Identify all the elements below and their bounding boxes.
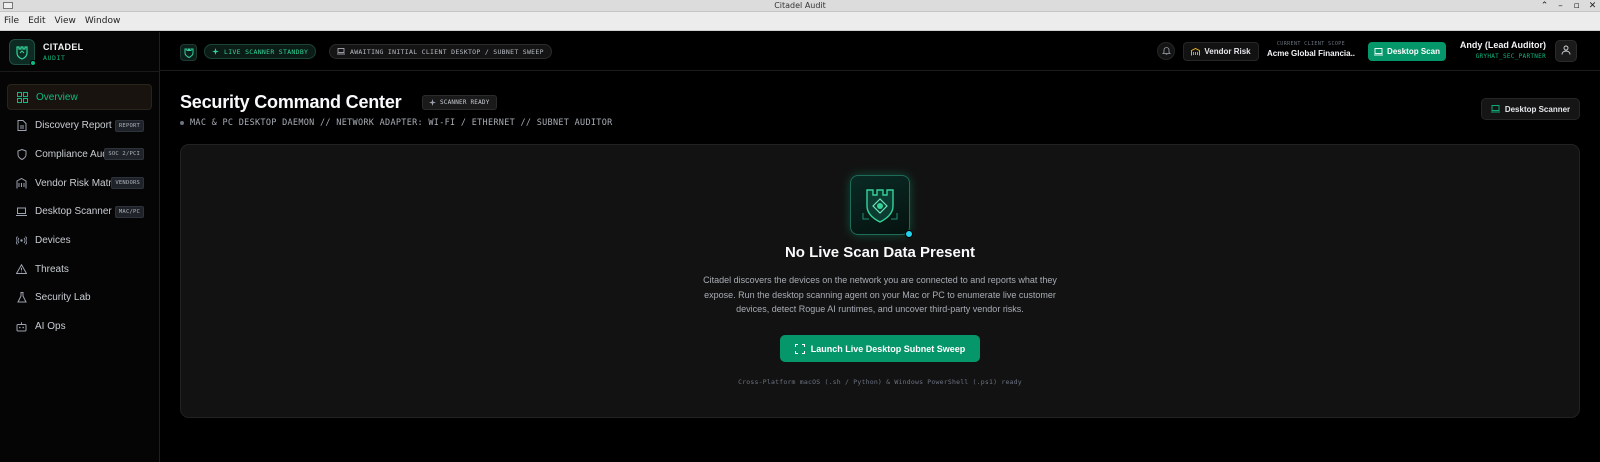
sidebar-item-overview[interactable]: Overview <box>7 84 152 110</box>
sidebar-item-threats[interactable]: Threats <box>7 256 152 282</box>
launch-subnet-sweep-button[interactable]: Launch Live Desktop Subnet Sweep <box>780 335 980 362</box>
window-title: Citadel Audit <box>774 1 826 10</box>
user-icon <box>1561 42 1571 60</box>
laptop-icon <box>337 48 345 55</box>
sidebar-item-label: AI Ops <box>35 321 66 332</box>
status-dot <box>905 230 913 238</box>
bell-icon <box>1161 42 1171 60</box>
sidebar-item-vendor-risk-matrix[interactable]: Vendor Risk Matrix VENDORS <box>7 170 152 196</box>
subtitle-text: MAC & PC DESKTOP DAEMON // NETWORK ADAPT… <box>190 118 613 128</box>
empty-state-title: No Live Scan Data Present <box>784 244 976 261</box>
sidebar-item-discovery-report[interactable]: Discovery Report REPORT <box>7 113 152 139</box>
citadel-shield-icon <box>180 44 197 61</box>
sidebar-item-label: Discovery Report <box>35 120 112 132</box>
window-controls: ⌃ – ▫ ✕ <box>1539 0 1598 12</box>
bullet-dot <box>180 120 184 125</box>
user-info: Andy (Lead Auditor) GRYHAT_SEC_PARTNER <box>1450 40 1546 60</box>
menu-window[interactable]: Window <box>85 16 121 26</box>
launch-label: Launch Live Desktop Subnet Sweep <box>810 343 966 354</box>
brand-name: CITADEL <box>43 41 84 52</box>
sidebar: CITADEL AUDIT Overview Discovery Report … <box>0 32 160 462</box>
window-minimize-button[interactable]: – <box>1555 0 1566 12</box>
vendor-risk-label: Vendor Risk <box>1204 47 1251 56</box>
citadel-logo-icon <box>9 38 36 66</box>
menu-edit[interactable]: Edit <box>28 16 45 26</box>
user-name: Andy (Lead Auditor) <box>1459 40 1546 50</box>
live-scanner-status: LIVE SCANNER STANDBY <box>204 44 317 59</box>
laptop-icon <box>1374 47 1384 56</box>
sidebar-item-label: Compliance Audit <box>35 148 113 160</box>
sidebar-item-devices[interactable]: Devices <box>7 227 152 253</box>
sidebar-item-ai-ops[interactable]: AI Ops <box>7 314 152 340</box>
page-subtitle: MAC & PC DESKTOP DAEMON // NETWORK ADAPT… <box>180 118 613 128</box>
sidebar-item-label: Vendor Risk Matrix <box>35 177 119 189</box>
status-dot <box>30 59 36 66</box>
grid-icon <box>17 91 28 103</box>
sparkle-icon <box>429 99 436 106</box>
sidebar-item-desktop-scanner[interactable]: Desktop Scanner MAC/PC <box>7 199 152 225</box>
brand-sub: AUDIT <box>43 53 66 62</box>
desktop-scan-label: Desktop Scan <box>1387 47 1440 56</box>
desktop-scanner-button[interactable]: Desktop Scanner <box>1481 98 1580 120</box>
sparkle-icon <box>212 48 219 55</box>
desktop-scanner-label: Desktop Scanner <box>1504 104 1571 114</box>
building-icon <box>1191 47 1201 56</box>
sidebar-item-compliance-audit[interactable]: Compliance Audit SOC 2/PCI <box>7 141 152 167</box>
user-handle: GRYHAT_SEC_PARTNER <box>1475 53 1546 60</box>
platform-note: Cross-Platform macOS (.sh / Python) & Wi… <box>738 378 1022 386</box>
sidebar-item-tag: REPORT <box>114 119 144 132</box>
scope-value: Acme Global Financia... <box>1267 49 1355 58</box>
shield-icon <box>16 148 27 160</box>
warning-icon <box>16 264 27 275</box>
sidebar-item-label: Threats <box>35 263 69 275</box>
sidebar-item-tag: SOC 2/PCI <box>104 148 144 161</box>
menu-view[interactable]: View <box>55 16 76 26</box>
citadel-tower-icon <box>850 175 913 238</box>
sidebar-item-tag: MAC/PC <box>114 205 144 218</box>
scanner-ready-badge: SCANNER READY <box>422 95 497 110</box>
laptop-icon <box>1490 105 1500 113</box>
empty-state-description: Citadel discovers the devices on the net… <box>703 275 1057 314</box>
sidebar-nav: Overview Discovery Report REPORT Complia… <box>0 72 159 340</box>
top-header: LIVE SCANNER STANDBY AWAITING INITIAL CL… <box>160 32 1600 71</box>
sidebar-item-label: Devices <box>35 234 71 246</box>
building-icon <box>16 177 27 189</box>
window-close-button[interactable]: ✕ <box>1587 0 1598 12</box>
avatar-button[interactable] <box>1555 40 1577 62</box>
scanner-ready-label: SCANNER READY <box>440 99 490 106</box>
desktop-scan-button[interactable]: Desktop Scan <box>1368 42 1446 61</box>
robot-icon <box>16 321 27 332</box>
sidebar-item-tag: VENDORS <box>111 177 144 190</box>
radio-icon <box>16 235 27 246</box>
window-maximize-button[interactable]: ▫ <box>1571 0 1582 12</box>
laptop-icon <box>16 206 27 217</box>
flask-icon <box>16 292 27 303</box>
scope-label: CURRENT CLIENT SCOPE <box>1276 41 1346 47</box>
sidebar-item-label: Desktop Scanner <box>35 206 112 218</box>
page-title: Security Command Center <box>180 92 402 112</box>
menu-file[interactable]: File <box>4 16 19 26</box>
sidebar-item-label: Security Lab <box>35 292 91 304</box>
os-title-bar: Citadel Audit ⌃ – ▫ ✕ <box>0 0 1600 12</box>
window-shade-button[interactable]: ⌃ <box>1539 0 1550 12</box>
awaiting-status: AWAITING INITIAL CLIENT DESKTOP / SUBNET… <box>329 44 552 59</box>
sidebar-item-security-lab[interactable]: Security Lab <box>7 285 152 311</box>
client-scope-selector[interactable]: CURRENT CLIENT SCOPE Acme Global Financi… <box>1267 41 1355 58</box>
brand: CITADEL AUDIT <box>0 32 159 72</box>
vendor-risk-button[interactable]: Vendor Risk <box>1183 42 1259 61</box>
live-scanner-label: LIVE SCANNER STANDBY <box>224 47 309 56</box>
menu-bar: File Edit View Window <box>0 12 1600 31</box>
document-icon <box>16 120 27 132</box>
scan-frame-icon <box>794 343 805 354</box>
sidebar-item-label: Overview <box>36 91 78 103</box>
notifications-button[interactable] <box>1157 42 1175 60</box>
awaiting-label: AWAITING INITIAL CLIENT DESKTOP / SUBNET… <box>350 47 544 56</box>
